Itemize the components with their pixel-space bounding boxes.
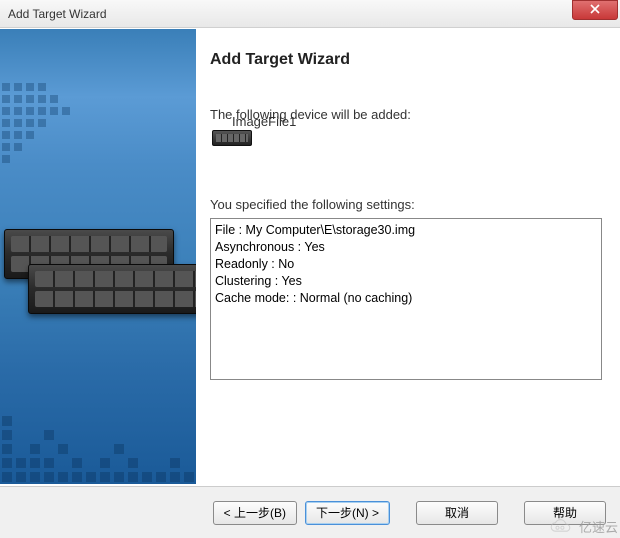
device-name-label: ImageFile1 — [232, 114, 296, 129]
decorative-squares-top — [0, 83, 196, 243]
close-icon — [590, 1, 600, 19]
close-button[interactable] — [572, 0, 618, 20]
cancel-button[interactable]: 取消 — [416, 501, 498, 525]
wizard-main-panel: Add Target Wizard The following device w… — [196, 29, 620, 484]
help-button[interactable]: 帮助 — [524, 501, 606, 525]
content-area: Add Target Wizard The following device w… — [0, 28, 620, 484]
page-title: Add Target Wizard — [210, 51, 602, 69]
next-button[interactable]: 下一步(N) > — [305, 501, 390, 525]
wizard-sidebar-banner — [0, 29, 196, 484]
titlebar: Add Target Wizard — [0, 0, 620, 28]
server-rack-icon — [28, 264, 196, 314]
server-mini-icon — [212, 130, 252, 146]
device-row: ImageFile1 — [210, 140, 602, 147]
settings-textarea[interactable] — [210, 218, 602, 380]
wizard-button-bar: < 上一步(B) 下一步(N) > 取消 帮助 — [0, 486, 620, 538]
window-title: Add Target Wizard — [8, 7, 107, 21]
decorative-squares-bottom — [0, 344, 196, 484]
back-button[interactable]: < 上一步(B) — [213, 501, 297, 525]
settings-intro-text: You specified the following settings: — [210, 197, 602, 212]
